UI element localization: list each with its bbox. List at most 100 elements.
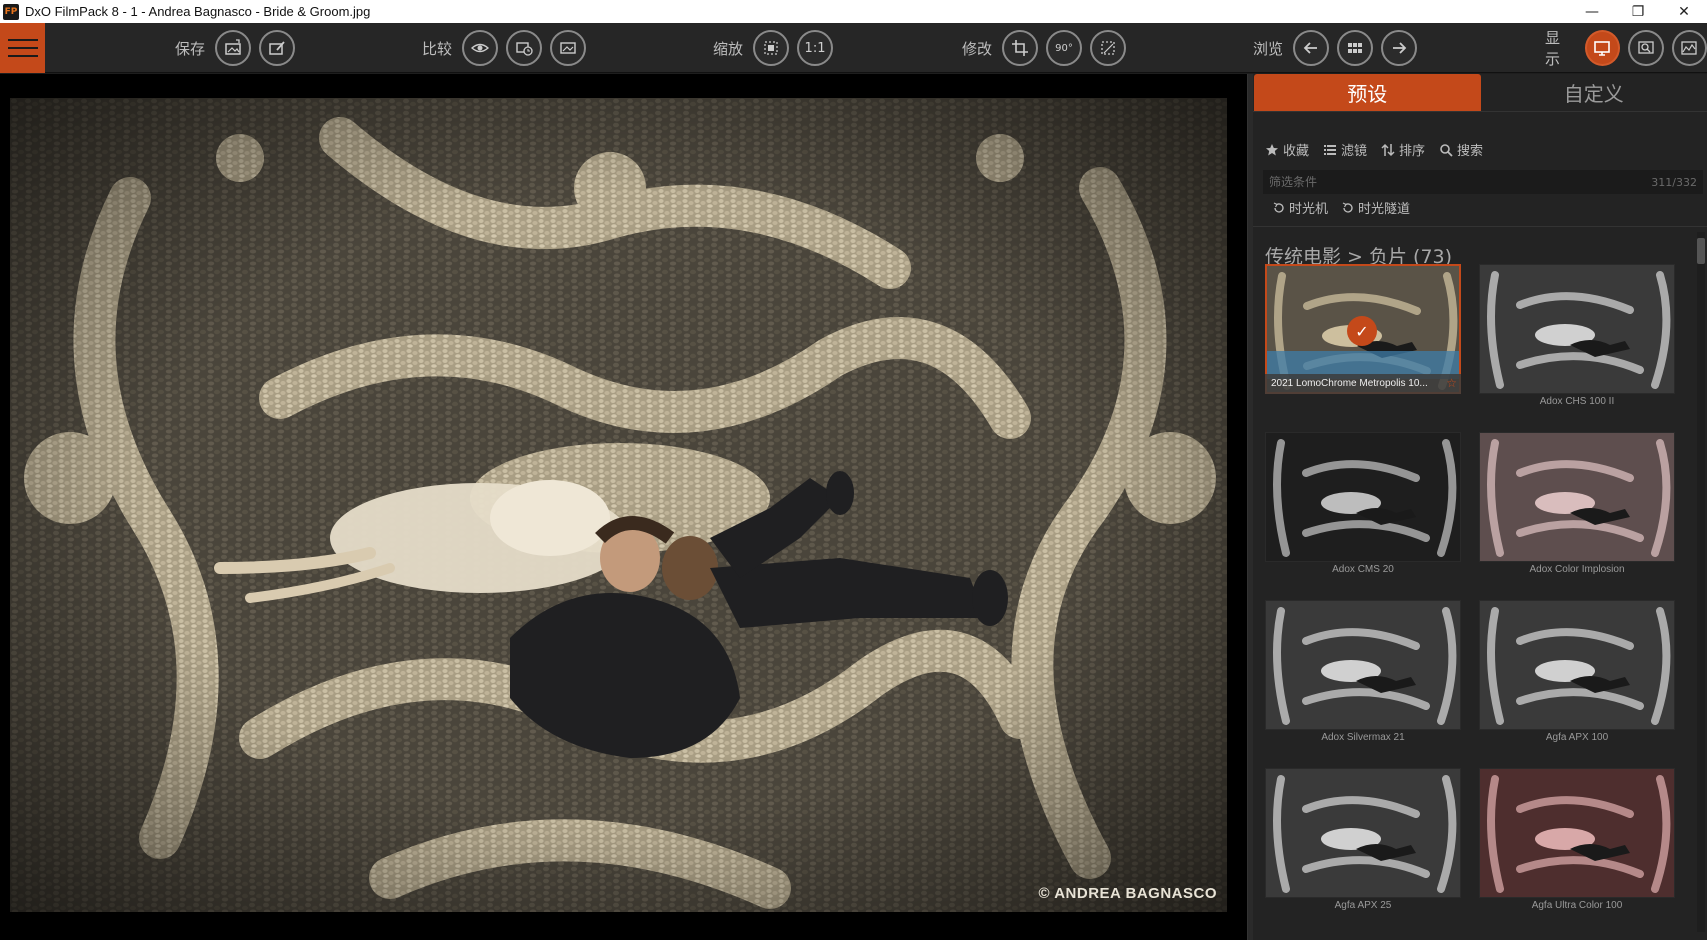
window-controls: — ❐ ✕ — [1569, 0, 1707, 23]
compare-history-button[interactable] — [506, 30, 543, 66]
preset-thumbnail[interactable]: Agfa Ultra Color 100 — [1479, 768, 1675, 916]
favorites-label: 收藏 — [1283, 144, 1310, 159]
preset-thumbnail[interactable]: Adox CHS 100 II — [1479, 264, 1675, 412]
title-bar: FP DxO FilmPack 8 - 1 - Andrea Bagnasco … — [0, 0, 1707, 23]
crop-icon — [1012, 40, 1029, 56]
compare-original-button[interactable] — [462, 30, 499, 66]
tab-presets[interactable]: 预设 — [1254, 74, 1481, 111]
preset-name: Agfa APX 25 — [1334, 900, 1392, 911]
history-image-icon — [516, 42, 533, 56]
export-image-icon — [225, 39, 241, 55]
preset-name: Adox CHS 100 II — [1539, 396, 1615, 407]
save-group: 保存 — [175, 30, 296, 66]
restore-button[interactable]: ❐ — [1615, 0, 1661, 23]
tab-custom[interactable]: 自定义 — [1481, 74, 1707, 111]
preset-preview-image — [1479, 432, 1675, 562]
split-image-icon — [560, 42, 576, 54]
preset-thumbnail[interactable]: Adox Color Implosion — [1479, 432, 1675, 580]
favorites-button[interactable]: 收藏 — [1265, 140, 1309, 159]
preset-thumbnail[interactable]: Agfa APX 25 — [1265, 768, 1461, 916]
compare-split-button[interactable] — [550, 30, 587, 66]
filter-criteria-field[interactable]: 311/332 — [1263, 170, 1703, 194]
preset-thumbnail[interactable]: Adox CMS 20 — [1265, 432, 1461, 580]
time-machine-label: 时光机 — [1289, 202, 1329, 217]
photo-copyright: © ANDREA BAGNASCO — [1038, 885, 1217, 902]
rotate-button[interactable]: 90° — [1046, 30, 1083, 66]
fit-to-screen-button[interactable] — [753, 30, 790, 66]
preset-name: 2021 LomoChrome Metropolis 10... — [1265, 374, 1461, 394]
close-button[interactable]: ✕ — [1661, 0, 1707, 23]
compare-group: 比较 — [422, 30, 587, 66]
photo-artwork — [10, 98, 1227, 912]
eye-icon — [471, 43, 490, 53]
search-button[interactable]: 搜索 — [1439, 140, 1483, 159]
arrow-left-icon — [1303, 42, 1318, 54]
save-label: 保存 — [175, 39, 206, 58]
zoom-one-to-one-button[interactable]: 1:1 — [797, 30, 834, 66]
preset-thumbnail[interactable]: Adox Silvermax 21 — [1265, 600, 1461, 748]
main-photo[interactable]: © ANDREA BAGNASCO — [10, 98, 1227, 912]
straighten-button[interactable] — [1090, 30, 1127, 66]
straighten-icon — [1101, 41, 1115, 55]
preset-scrollbar-thumb[interactable] — [1697, 238, 1705, 264]
preset-thumbnail[interactable]: ✓ 2021 LomoChrome Metropolis 10... ☆ — [1265, 264, 1461, 412]
preset-thumbnail[interactable]: Agfa APX 100 — [1479, 600, 1675, 748]
edit-image-icon — [269, 41, 285, 55]
save-as-button[interactable] — [259, 30, 296, 66]
loupe-button[interactable] — [1628, 30, 1664, 66]
crop-button[interactable] — [1002, 30, 1039, 66]
previous-image-button[interactable] — [1293, 30, 1330, 66]
filter-label: 滤镜 — [1341, 144, 1368, 159]
histogram-button[interactable] — [1671, 30, 1707, 66]
grid-view-button[interactable] — [1337, 30, 1374, 66]
time-filters: 时光机 时光隧道 — [1273, 198, 1410, 217]
preset-preview-image — [1265, 432, 1461, 562]
preset-preview-image — [1479, 768, 1675, 898]
image-viewer[interactable]: © ANDREA BAGNASCO — [0, 74, 1247, 940]
time-machine-button[interactable]: 时光机 — [1273, 198, 1328, 217]
favorite-star-icon[interactable]: ☆ — [1446, 376, 1457, 390]
minimize-button[interactable]: — — [1569, 0, 1615, 23]
preset-name: Adox Silvermax 21 — [1321, 732, 1405, 743]
preset-name: Adox CMS 20 — [1332, 564, 1394, 575]
preset-name: Adox Color Implosion — [1529, 564, 1625, 575]
arrow-right-icon — [1393, 42, 1407, 54]
time-tunnel-button[interactable]: 时光隧道 — [1342, 198, 1410, 217]
preset-name: Agfa APX 100 — [1545, 732, 1609, 743]
monitor-icon — [1594, 41, 1611, 56]
preset-preview-image — [1265, 768, 1461, 898]
compare-label: 比较 — [422, 39, 453, 58]
sort-button[interactable]: 排序 — [1381, 140, 1425, 159]
preset-scrollbar[interactable] — [1697, 232, 1705, 932]
filter-criteria-input[interactable] — [1269, 175, 1652, 189]
window-title: DxO FilmPack 8 - 1 - Andrea Bagnasco - B… — [25, 4, 371, 19]
browse-label: 浏览 — [1253, 39, 1284, 58]
preset-count: 311/332 — [1651, 175, 1697, 189]
hamburger-menu-button[interactable] — [0, 23, 45, 73]
presets-panel: 预设 自定义 收藏 滤镜 排序 搜索 311/332 时光机 时光 — [1253, 74, 1707, 940]
browse-group: 浏览 — [1253, 30, 1418, 66]
grid-icon — [1348, 43, 1363, 53]
zoom-group: 缩放 1:1 — [713, 30, 834, 66]
panel-divider — [1253, 226, 1707, 227]
preset-preview-image — [1265, 600, 1461, 730]
export-image-button[interactable] — [215, 30, 252, 66]
display-label: 显示 — [1545, 29, 1561, 68]
edit-group: 修改 90° — [962, 30, 1127, 66]
hamburger-icon — [7, 39, 38, 41]
edit-label: 修改 — [962, 39, 993, 58]
fullscreen-display-button[interactable] — [1584, 30, 1621, 66]
time-machine-icon — [1273, 201, 1284, 213]
selected-check-icon: ✓ — [1347, 316, 1377, 346]
panel-tabs: 预设 自定义 — [1253, 74, 1707, 112]
next-image-button[interactable] — [1381, 30, 1418, 66]
star-icon — [1266, 143, 1278, 155]
search-label: 搜索 — [1457, 144, 1484, 159]
preset-preview-image — [1479, 264, 1675, 394]
time-tunnel-label: 时光隧道 — [1358, 202, 1411, 217]
histogram-icon — [1681, 41, 1697, 55]
preset-name: Agfa Ultra Color 100 — [1531, 900, 1623, 911]
loupe-icon — [1638, 41, 1654, 54]
filter-button[interactable]: 滤镜 — [1323, 140, 1367, 159]
sort-icon — [1381, 143, 1395, 156]
